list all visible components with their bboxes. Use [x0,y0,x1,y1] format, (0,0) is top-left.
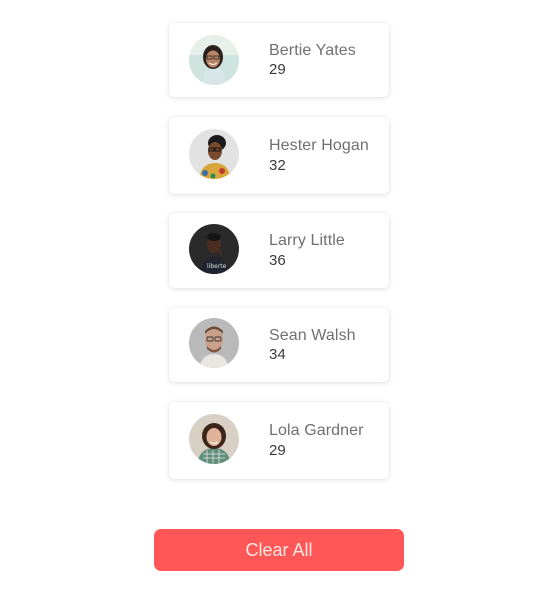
person-age: 36 [269,251,286,269]
person-card: Lola Gardner 29 [169,402,389,479]
person-age: 32 [269,156,286,174]
person-info: Lola Gardner 29 [269,402,379,479]
avatar [189,318,239,368]
avatar: liberte [189,224,239,274]
avatar [189,414,239,464]
person-info: Sean Walsh 34 [269,308,379,382]
person-card: Hester Hogan 32 [169,117,389,194]
person-name: Lola Gardner [269,422,364,440]
person-info: Bertie Yates 29 [269,23,379,97]
person-name: Hester Hogan [269,137,369,155]
clear-all-button[interactable]: Clear All [154,529,404,571]
person-name: Larry Little [269,232,345,250]
avatar [189,35,239,85]
person-card: Sean Walsh 34 [169,308,389,382]
avatar [189,129,239,179]
svg-text:liberte: liberte [207,263,227,270]
person-card: liberte Larry Little 36 [169,213,389,288]
person-info: Larry Little 36 [269,213,379,288]
person-name: Sean Walsh [269,326,356,344]
person-age: 29 [269,441,286,459]
person-info: Hester Hogan 32 [269,117,379,194]
person-card: Bertie Yates 29 [169,23,389,97]
person-age: 29 [269,61,286,79]
person-age: 34 [269,346,286,364]
person-name: Bertie Yates [269,41,356,59]
